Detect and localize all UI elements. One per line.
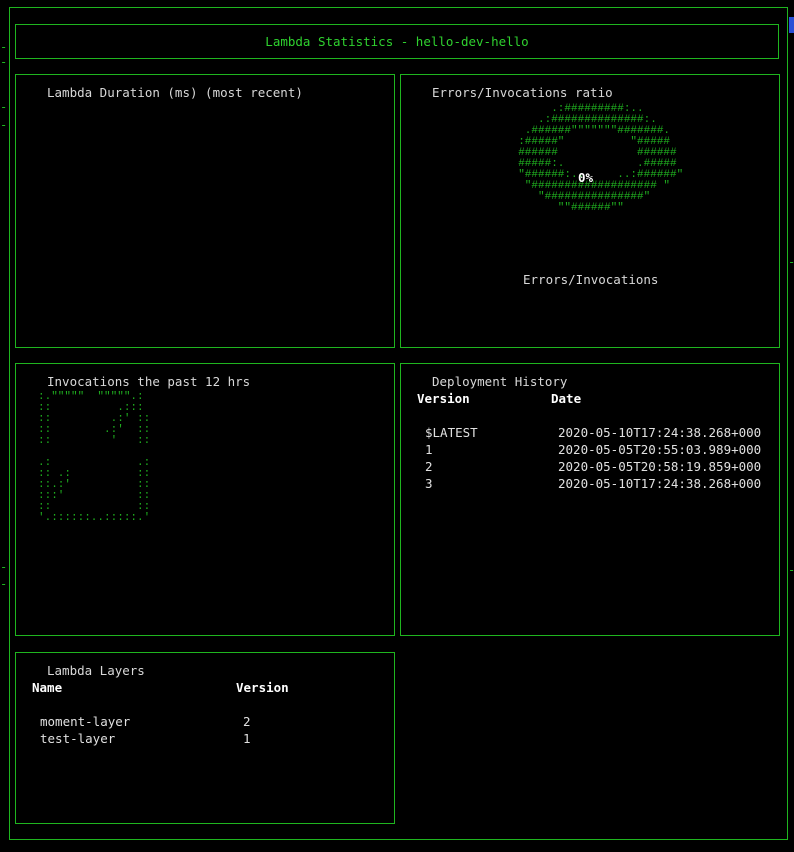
deployment-row-version: $LATEST bbox=[425, 425, 478, 440]
layer-row-version: 2 bbox=[243, 714, 251, 729]
errors-gauge-label: Errors/Invocations bbox=[523, 272, 659, 287]
left-edge-tick: - bbox=[0, 118, 8, 132]
layers-col-version: Version bbox=[236, 680, 289, 695]
layer-row-name: moment-layer bbox=[40, 714, 131, 729]
duration-panel-title: Lambda Duration (ms) (most recent) bbox=[47, 85, 303, 100]
right-edge-tick: - bbox=[788, 563, 794, 577]
left-edge-tick: - bbox=[0, 560, 8, 574]
deployment-row-date: 2020-05-10T17:24:38.268+000 bbox=[558, 425, 762, 440]
deployment-row-date: 2020-05-05T20:55:03.989+000 bbox=[558, 442, 762, 457]
deployment-row-version: 3 bbox=[425, 476, 433, 491]
layer-row-name: test-layer bbox=[40, 731, 116, 746]
deployment-panel-title: Deployment History bbox=[432, 374, 568, 389]
deployment-row-date: 2020-05-05T20:58:19.859+000 bbox=[558, 459, 762, 474]
layer-row-version: 1 bbox=[243, 731, 251, 746]
deployment-row-version: 1 bbox=[425, 442, 433, 457]
dashboard-title: Lambda Statistics - hello-dev-hello bbox=[265, 34, 529, 49]
errors-percent: 0% bbox=[578, 170, 594, 185]
right-edge-tick: - bbox=[788, 255, 794, 269]
deployment-row-version: 2 bbox=[425, 459, 433, 474]
deployment-col-version: Version bbox=[417, 391, 470, 406]
left-edge-tick: - bbox=[0, 577, 8, 591]
deployment-row-date: 2020-05-10T17:24:38.268+000 bbox=[558, 476, 762, 491]
left-edge-tick: - bbox=[0, 55, 8, 69]
layers-col-name: Name bbox=[32, 680, 63, 695]
invocations-panel-title: Invocations the past 12 hrs bbox=[47, 374, 251, 389]
duration-panel bbox=[15, 74, 395, 348]
right-edge-cursor bbox=[789, 17, 794, 33]
left-edge-tick: - bbox=[0, 100, 8, 114]
errors-panel-title: Errors/Invocations ratio bbox=[432, 85, 613, 100]
errors-donut-gauge: .:#########:.. .:##############:. .#####… bbox=[518, 103, 684, 214]
left-edge-tick: - bbox=[0, 40, 8, 54]
invocations-line-chart: :.""""" """"".: :: .::: :: .:' :: :: .:'… bbox=[38, 391, 151, 524]
layers-panel-title: Lambda Layers bbox=[47, 663, 145, 678]
deployment-col-date: Date bbox=[551, 391, 582, 406]
